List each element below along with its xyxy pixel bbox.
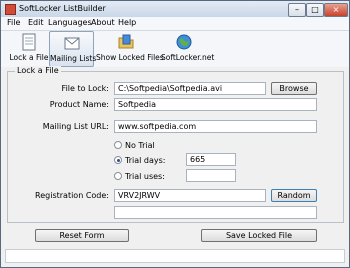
browse-button[interactable]: Browse xyxy=(271,82,317,95)
folder-icon xyxy=(118,34,134,49)
menu-bar: File Edit Languages About Help xyxy=(1,17,349,31)
file-input[interactable]: C:\Softpedia\Softpedia.avi xyxy=(114,82,266,95)
mailing-list-icon xyxy=(64,37,79,50)
registration-input[interactable]: VRV2JRWV xyxy=(114,189,266,202)
no-trial-radio[interactable] xyxy=(114,141,122,149)
menu-edit[interactable]: Edit xyxy=(28,18,44,27)
trial-uses-label: Trial uses: xyxy=(125,172,165,181)
trial-uses-input[interactable] xyxy=(186,169,236,182)
status-bar xyxy=(5,249,345,263)
menu-languages[interactable]: Languages xyxy=(48,18,92,27)
tool-lock-file[interactable]: Lock a File xyxy=(7,31,51,65)
app-window: SoftLocker ListBuilder – □ × File Edit L… xyxy=(0,0,350,268)
tool-website[interactable]: SoftLocker.net xyxy=(161,31,215,65)
save-locked-file-button[interactable]: Save Locked File xyxy=(201,229,317,242)
file-label: File to Lock: xyxy=(61,84,109,93)
tool-show-locked[interactable]: Show Locked Files xyxy=(96,31,164,65)
menu-about[interactable]: About xyxy=(91,18,115,27)
tool-show-locked-label: Show Locked Files xyxy=(96,53,164,62)
tool-lock-file-label: Lock a File xyxy=(9,53,49,62)
globe-icon xyxy=(176,34,191,50)
menu-file[interactable]: File xyxy=(7,18,20,27)
url-label: Mailing List URL: xyxy=(42,122,109,131)
registration-label: Registration Code: xyxy=(35,191,109,200)
toolbar: Lock a File Mailing Lists Show Locked Fi… xyxy=(1,31,349,67)
trial-uses-radio[interactable] xyxy=(114,172,122,180)
no-trial-label: No Trial xyxy=(125,141,155,150)
close-button[interactable]: × xyxy=(324,3,348,17)
reset-form-button[interactable]: Reset Form xyxy=(35,229,129,242)
tool-website-label: SoftLocker.net xyxy=(161,53,215,62)
window-title: SoftLocker ListBuilder xyxy=(19,4,106,13)
file-icon xyxy=(22,33,36,51)
app-icon xyxy=(5,4,16,15)
trial-days-label: Trial days: xyxy=(125,156,166,165)
title-bar: SoftLocker ListBuilder – □ × xyxy=(1,1,349,17)
tool-mailing-lists-label: Mailing Lists xyxy=(50,54,97,63)
maximize-button[interactable]: □ xyxy=(306,3,324,17)
product-label: Product Name: xyxy=(49,100,109,109)
random-button[interactable]: Random xyxy=(271,189,317,202)
product-input[interactable]: Softpedia xyxy=(114,98,317,111)
trial-days-input[interactable]: 665 xyxy=(186,153,236,166)
minimize-button[interactable]: – xyxy=(288,3,306,17)
url-input[interactable]: www.softpedia.com xyxy=(114,120,317,133)
trial-days-radio[interactable] xyxy=(114,156,122,164)
menu-help[interactable]: Help xyxy=(118,18,136,27)
group-title: Lock a File xyxy=(15,66,61,75)
tool-mailing-lists[interactable]: Mailing Lists xyxy=(49,31,97,67)
extra-input[interactable] xyxy=(114,206,317,219)
